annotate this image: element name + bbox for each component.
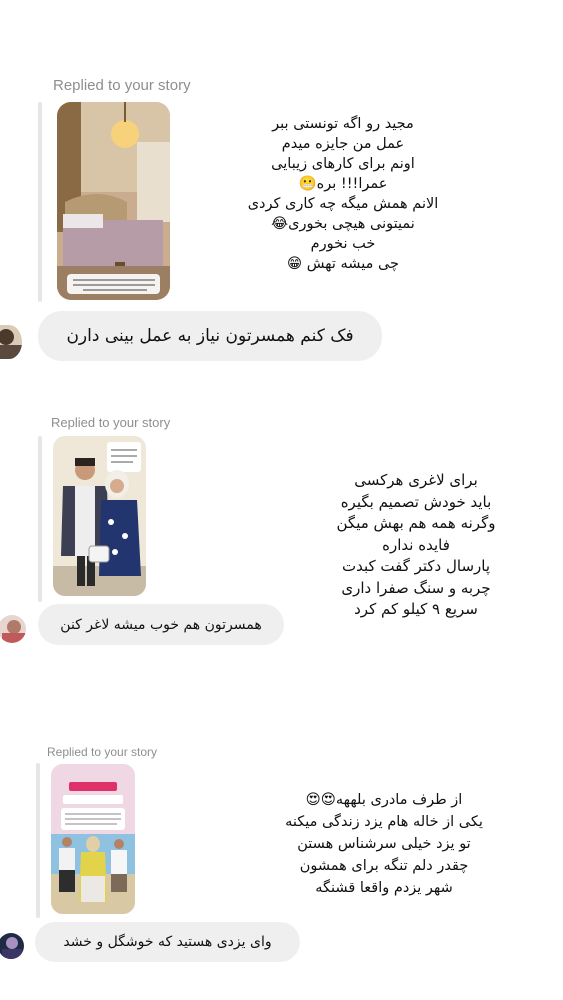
story-overlay-text: از طرف مادری بلههه😍😍 یکی از خاله هام یزد… bbox=[285, 792, 483, 896]
story-image-family bbox=[51, 764, 135, 914]
avatar-image bbox=[0, 933, 24, 959]
story-thumbnail-family[interactable] bbox=[51, 764, 135, 914]
replied-to-story-label: Replied to your story bbox=[47, 745, 158, 759]
story-overlay-text: برای لاغری هرکسی باید خودش تصمیم بگیره و… bbox=[336, 471, 496, 618]
avatar-image bbox=[0, 615, 26, 643]
sender-avatar[interactable] bbox=[0, 615, 26, 643]
reply-message-bubble[interactable]: وای یزدی هستید که خوشگل و خشد bbox=[35, 922, 300, 962]
story-overlay-text: مجید رو اگه تونستی ببر عمل من جایزه میدم… bbox=[247, 116, 439, 272]
reply-message-bubble[interactable]: فک کنم همسرتون نیاز به عمل بینی دارن bbox=[38, 311, 382, 361]
replied-to-story-label: Replied to your story bbox=[53, 77, 191, 94]
avatar-image bbox=[0, 325, 22, 359]
story-thumbnail-bedroom[interactable] bbox=[57, 102, 170, 300]
story-image-bedroom bbox=[57, 102, 170, 300]
reply-indicator-line bbox=[38, 102, 42, 302]
sender-avatar[interactable] bbox=[0, 933, 24, 959]
reply-indicator-line bbox=[36, 763, 40, 918]
sender-avatar[interactable] bbox=[0, 325, 22, 359]
story-image-couple bbox=[53, 436, 146, 596]
story-thumbnail-couple[interactable] bbox=[53, 436, 146, 596]
reply-indicator-line bbox=[38, 436, 42, 602]
replied-to-story-label: Replied to your story bbox=[51, 415, 171, 430]
reply-message-bubble[interactable]: همسرتون هم خوب میشه لاغر کنن bbox=[38, 604, 284, 645]
